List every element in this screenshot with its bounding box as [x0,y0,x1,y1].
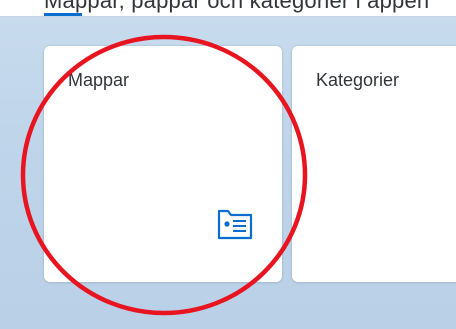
tile-kategorier[interactable]: Kategorier [292,46,456,282]
header-strip: Mappar, pappar och kategorier i appen [0,0,456,17]
launchpad-canvas: Mappar, pappar och kategorier i appen Ma… [0,0,456,329]
tile-title: Mappar [68,70,130,90]
folder-card-icon [217,209,253,240]
tile-mappar[interactable]: Mappar [44,46,282,282]
tile-title: Kategorier [316,70,400,90]
header-cut-text: Mappar, pappar och kategorier i appen [44,0,430,13]
active-tab-indicator [44,13,82,16]
